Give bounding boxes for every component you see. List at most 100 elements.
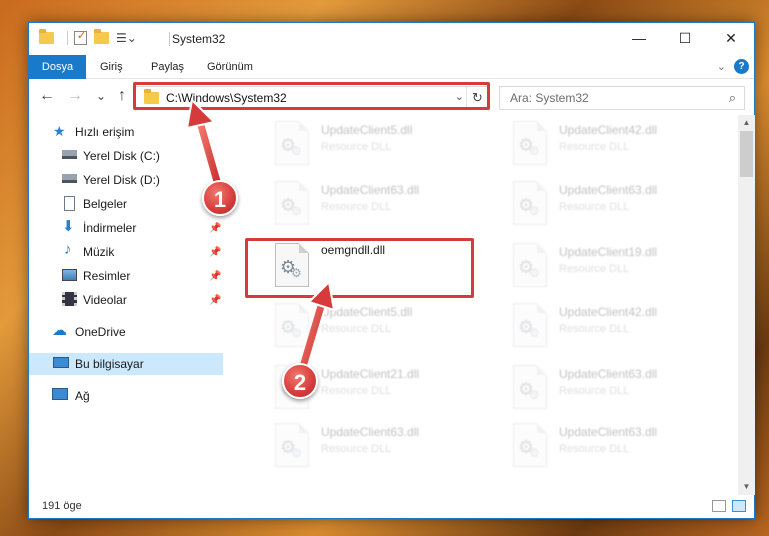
sidebar-item-onedrive[interactable]: ☁ OneDrive (29, 321, 223, 343)
file-type: Resource DLL (559, 443, 630, 455)
folder-icon (39, 29, 54, 44)
sidebar-item-label: Hızlı erişim (75, 125, 135, 139)
new-folder-icon[interactable] (94, 29, 109, 44)
sidebar-item-local-disk-d[interactable]: Yerel Disk (D:) (29, 169, 223, 191)
sidebar-item-local-disk-c[interactable]: Yerel Disk (C:) (29, 145, 223, 167)
search-icon[interactable]: ⌕ (729, 90, 736, 106)
step-2-callout: 2 (282, 363, 318, 399)
file-item[interactable]: ⚙ ⚙ UpdateClient19.dll Resource DLL (491, 237, 717, 293)
close-button[interactable]: ✕ (708, 23, 754, 53)
file-item[interactable]: ⚙ ⚙ UpdateClient63.dll Resource DLL (491, 175, 717, 231)
sidebar-item-documents[interactable]: Belgeler (29, 193, 223, 215)
dll-file-icon: ⚙⚙ (513, 303, 547, 347)
file-type: Resource DLL (559, 323, 630, 335)
file-item[interactable]: ⚙ ⚙ UpdateClient63.dll Resource DLL (253, 417, 479, 473)
file-name: UpdateClient5.dll (321, 305, 413, 319)
sidebar-item-label: Yerel Disk (C:) (83, 149, 160, 163)
download-icon: ⬇ (62, 218, 75, 235)
sidebar-item-label: Videolar (83, 293, 127, 307)
large-icons-view-icon[interactable] (732, 500, 746, 512)
step-1-callout: 1 (202, 180, 238, 216)
file-name: UpdateClient63.dll (321, 425, 420, 439)
drive-icon (62, 150, 77, 159)
dll-file-icon: ⚙⚙ (513, 181, 547, 225)
recent-locations-button[interactable]: ⌄ (92, 89, 110, 103)
up-button[interactable]: ↑ (113, 87, 131, 105)
sidebar-item-label: İndirmeler (83, 221, 137, 235)
search-box[interactable]: Ara: System32 ⌕ (499, 86, 745, 110)
sidebar-item-quick-access[interactable]: ★ Hızlı erişim (29, 121, 223, 143)
sidebar-item-network[interactable]: Ağ (29, 385, 223, 407)
scroll-down-arrow-icon[interactable]: ▼ (738, 479, 755, 495)
scrollbar-thumb[interactable] (740, 131, 753, 177)
file-type: Resource DLL (559, 263, 630, 275)
videos-icon (62, 292, 77, 306)
network-icon (52, 388, 68, 400)
sidebar-item-this-pc[interactable]: Bu bilgisayar (29, 353, 223, 375)
file-name: UpdateClient42.dll (559, 123, 658, 137)
details-view-icon[interactable] (712, 500, 726, 512)
address-bar-highlight (133, 82, 490, 110)
tab-view[interactable]: Görünüm (197, 55, 263, 79)
file-item[interactable]: ⚙ ⚙ UpdateClient42.dll Resource DLL (491, 115, 717, 171)
tab-file[interactable]: Dosya (29, 55, 86, 79)
ribbon-tabs: Dosya Giriş Paylaş Görünüm ⌄ ? (29, 55, 754, 79)
file-type: Resource DLL (321, 201, 392, 213)
dll-file-icon: ⚙⚙ (513, 243, 547, 287)
forward-button[interactable]: → (66, 87, 84, 105)
maximize-button[interactable]: ☐ (662, 23, 708, 53)
sidebar-item-label: Müzik (83, 245, 115, 259)
file-item[interactable]: ⚙ ⚙ UpdateClient5.dll Resource DLL (253, 115, 479, 171)
minimize-button[interactable]: — (616, 23, 662, 53)
file-item[interactable]: ⚙ ⚙ UpdateClient42.dll Resource DLL (491, 297, 717, 353)
item-count: 191 öge (42, 500, 82, 512)
properties-icon[interactable]: ✓ (74, 31, 87, 45)
pin-icon[interactable]: 📌 (209, 223, 221, 234)
file-type: Resource DLL (321, 323, 392, 335)
file-name: UpdateClient63.dll (559, 183, 658, 197)
dll-file-icon: ⚙⚙ (513, 121, 547, 165)
dll-file-icon: ⚙⚙ (513, 365, 547, 409)
pin-icon[interactable]: 📌 (209, 271, 221, 282)
customize-toolbar-icon[interactable]: ☰⌄ (116, 31, 137, 45)
expand-ribbon-icon[interactable]: ⌄ (717, 60, 726, 73)
divider (67, 31, 68, 45)
pin-icon[interactable]: 📌 (209, 295, 221, 306)
pin-icon[interactable]: 📌 (209, 247, 221, 258)
sidebar-item-downloads[interactable]: ⬇ İndirmeler 📌 (29, 217, 223, 239)
file-item[interactable]: ⚙ ⚙ UpdateClient63.dll Resource DLL (491, 359, 717, 415)
back-button[interactable]: ← (38, 87, 56, 105)
file-item[interactable]: ⚙ ⚙ UpdateClient63.dll Resource DLL (491, 417, 717, 473)
tab-home[interactable]: Giriş (90, 55, 133, 79)
sidebar-item-label: Yerel Disk (D:) (83, 173, 160, 187)
tab-share[interactable]: Paylaş (141, 55, 194, 79)
title-bar: ✓ ☰⌄ System32 — ☐ ✕ (29, 23, 754, 55)
file-type: Resource DLL (559, 141, 630, 153)
file-name: UpdateClient5.dll (321, 123, 413, 137)
star-icon: ★ (53, 123, 66, 139)
file-type: Resource DLL (321, 141, 392, 153)
search-input[interactable]: Ara: System32 (510, 91, 589, 105)
quick-access-toolbar: ✓ ☰⌄ (39, 29, 144, 45)
file-name: UpdateClient63.dll (321, 183, 420, 197)
sidebar-item-videos[interactable]: Videolar 📌 (29, 289, 223, 311)
file-item[interactable]: ⚙ ⚙ UpdateClient5.dll Resource DLL (253, 297, 479, 353)
pictures-icon (62, 269, 77, 281)
file-type: Resource DLL (559, 385, 630, 397)
sidebar-item-music[interactable]: ♪ Müzik 📌 (29, 241, 223, 263)
music-icon: ♪ (64, 241, 72, 258)
dll-file-icon: ⚙⚙ (275, 423, 309, 467)
computer-icon (53, 357, 69, 368)
sidebar-item-pictures[interactable]: Resimler 📌 (29, 265, 223, 287)
drive-icon (62, 174, 77, 183)
file-item[interactable]: ⚙ ⚙ UpdateClient63.dll Resource DLL (253, 175, 479, 231)
file-name: UpdateClient19.dll (559, 245, 658, 259)
dll-file-icon: ⚙⚙ (275, 303, 309, 347)
dll-file-icon: ⚙⚙ (275, 121, 309, 165)
navigation-pane: ★ Hızlı erişim Yerel Disk (C:) Yerel Dis… (29, 115, 223, 495)
help-icon[interactable]: ? (734, 59, 749, 74)
scroll-up-arrow-icon[interactable]: ▲ (738, 115, 755, 131)
dll-file-icon: ⚙⚙ (275, 181, 309, 225)
status-bar: 191 öge (29, 495, 754, 519)
vertical-scrollbar[interactable]: ▲ ▼ (738, 115, 755, 495)
